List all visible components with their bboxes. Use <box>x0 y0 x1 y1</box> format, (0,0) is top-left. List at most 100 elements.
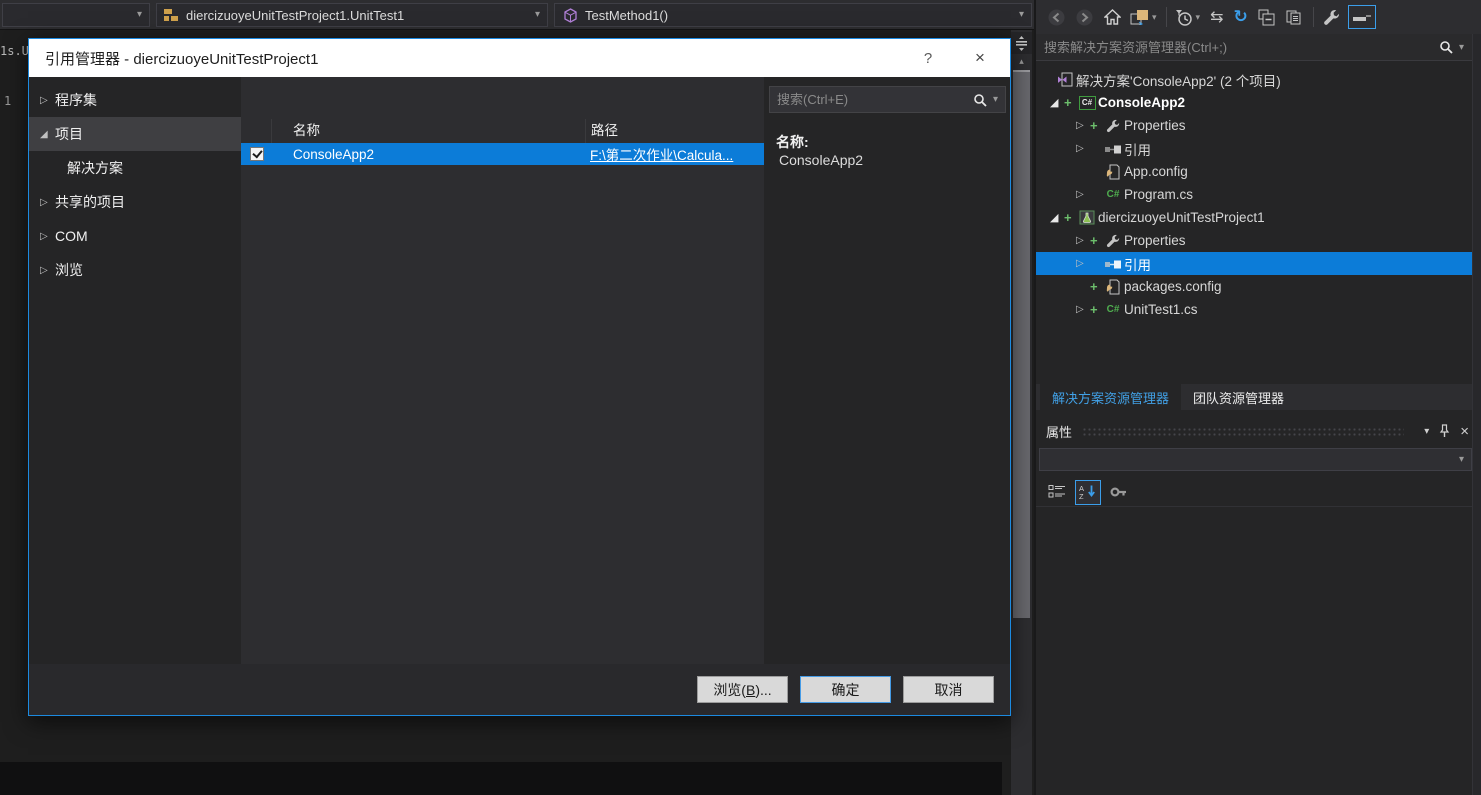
close-icon[interactable]: × <box>1460 423 1469 440</box>
property-pages-key-icon[interactable] <box>1106 480 1132 505</box>
tree-item-references-1[interactable]: ▷ 引用 <box>1036 137 1472 160</box>
tree-item-properties-2[interactable]: ▷ + Properties <box>1036 229 1472 252</box>
dialog-title-bar[interactable]: 引用管理器 - diercizuoyeUnitTestProject1 ? × <box>29 39 1010 77</box>
editor-vertical-scrollbar[interactable]: ▴ <box>1011 30 1032 795</box>
tab-solution-explorer[interactable]: 解决方案资源管理器 <box>1040 384 1182 410</box>
nav-item-projects[interactable]: ◢ 项目 <box>29 117 241 151</box>
tree-item-programcs[interactable]: ▷ C# Program.cs <box>1036 183 1472 206</box>
toolbar-separator <box>1165 7 1167 27</box>
categorized-icon[interactable] <box>1044 480 1070 505</box>
chevron-down-icon[interactable]: ▾ <box>1459 42 1464 53</box>
nav-item-browse[interactable]: ▷ 浏览 <box>29 253 241 287</box>
nav-item-shared-projects[interactable]: ▷ 共享的项目 <box>29 185 241 219</box>
scrollbar-thumb[interactable] <box>1013 70 1030 618</box>
pending-changes-filter-icon[interactable] <box>1175 5 1193 29</box>
nav-item-assemblies[interactable]: ▷ 程序集 <box>29 83 241 117</box>
properties-wrench-icon <box>1102 119 1124 133</box>
expander-icon[interactable]: ▷ <box>40 95 55 106</box>
sync-with-active-document-icon[interactable]: ⇆ <box>1210 5 1223 29</box>
reference-checkbox[interactable] <box>250 147 264 161</box>
tree-item-properties-1[interactable]: ▷ + Properties <box>1036 114 1472 137</box>
editor-line-number: 1 <box>4 94 12 108</box>
expander-icon[interactable]: ◢ <box>40 129 55 140</box>
expander-icon[interactable]: ▷ <box>40 265 55 276</box>
expander-icon[interactable]: ▷ <box>1076 235 1090 246</box>
svg-text:Z: Z <box>1079 492 1084 500</box>
properties-panel-header[interactable]: 属性 ▾ × <box>1036 418 1481 444</box>
tree-item-unittest-project[interactable]: ◢ + diercizuoyeUnitTestProject1 <box>1036 206 1472 229</box>
drag-texture <box>1082 426 1405 436</box>
close-button[interactable]: × <box>950 48 1010 68</box>
collapse-all-icon[interactable] <box>1258 5 1275 29</box>
chevron-down-icon[interactable]: ▾ <box>1196 12 1201 23</box>
home-icon[interactable] <box>1104 5 1121 29</box>
chevron-down-icon[interactable]: ▾ <box>1152 12 1157 23</box>
tab-team-explorer[interactable]: 团队资源管理器 <box>1181 384 1296 410</box>
nav-item-label: 项目 <box>55 126 83 142</box>
solution-icon <box>1054 72 1076 88</box>
path-column-header[interactable]: 路径 <box>586 119 764 143</box>
chevron-down-icon[interactable]: ▾ <box>993 94 998 105</box>
expander-icon[interactable]: ▷ <box>1076 304 1090 315</box>
reference-row-consoleapp2[interactable]: ConsoleApp2 F:\第二次作业\Calcula... <box>241 143 764 165</box>
nav-item-solution[interactable]: 解决方案 <box>29 151 241 185</box>
properties-wrench-icon[interactable] <box>1323 5 1340 29</box>
tree-item-label: diercizuoyeUnitTestProject1 <box>1098 210 1265 225</box>
checkbox-column-header[interactable] <box>241 119 272 143</box>
tree-item-solution-root[interactable]: 解决方案'ConsoleApp2' (2 个项目) <box>1036 68 1472 91</box>
scroll-up-button[interactable]: ▴ <box>1011 56 1032 66</box>
tree-item-appconfig[interactable]: App.config <box>1036 160 1472 183</box>
nav-item-label: COM <box>55 228 88 244</box>
csharp-file-icon: C# <box>1106 304 1120 315</box>
member-navigation-dropdown[interactable]: TestMethod1() ▾ <box>554 3 1032 27</box>
preview-selected-items-icon[interactable] <box>1285 5 1302 29</box>
nav-item-com[interactable]: ▷ COM <box>29 219 241 253</box>
panel-scrollbar-track[interactable] <box>1472 34 1481 795</box>
help-button[interactable]: ? <box>906 50 950 67</box>
cancel-button[interactable]: 取消 <box>903 676 994 703</box>
splitter-grip-icon[interactable] <box>1011 32 1032 54</box>
search-icon[interactable] <box>1439 40 1453 54</box>
expander-icon[interactable]: ▷ <box>1076 189 1090 200</box>
name-column-header[interactable]: 名称 <box>272 119 586 143</box>
dialog-search-input[interactable] <box>777 92 973 107</box>
tree-item-label: packages.config <box>1124 279 1222 294</box>
solution-explorer-search-input[interactable] <box>1044 39 1439 55</box>
pending-add-icon: + <box>1090 302 1098 317</box>
project-context-dropdown[interactable]: ▾ <box>2 3 150 27</box>
show-all-files-toggle-icon[interactable] <box>1347 5 1376 29</box>
dialog-search-box[interactable]: ▾ <box>769 86 1006 113</box>
properties-object-combobox[interactable]: ▾ <box>1039 448 1472 471</box>
tree-item-unittest1cs[interactable]: ▷ + C# UnitTest1.cs <box>1036 298 1472 321</box>
class-dropdown-value: diercizuoyeUnitTestProject1.UnitTest1 <box>186 7 405 23</box>
expander-icon[interactable]: ▷ <box>1076 258 1090 269</box>
expander-icon[interactable]: ▷ <box>1076 120 1090 131</box>
csharp-file-icon: C# <box>1106 189 1120 200</box>
solution-explorer-search-box[interactable]: ▾ <box>1036 34 1472 61</box>
tree-item-packagesconfig[interactable]: + packages.config <box>1036 275 1472 298</box>
tree-item-consoleapp2-project[interactable]: ◢ + C# ConsoleApp2 <box>1036 91 1472 114</box>
refresh-icon[interactable]: ↻ <box>1233 5 1247 29</box>
properties-toolbar: AZ <box>1036 478 1472 507</box>
expander-icon[interactable]: ◢ <box>1050 211 1064 224</box>
tree-item-label: 解决方案'ConsoleApp2' (2 个项目) <box>1076 73 1281 89</box>
expander-icon[interactable]: ▷ <box>40 197 55 208</box>
switch-views-icon[interactable] <box>1130 5 1149 29</box>
pin-icon[interactable] <box>1439 424 1450 438</box>
back-icon[interactable] <box>1048 5 1065 29</box>
forward-icon[interactable] <box>1076 5 1093 29</box>
alphabetical-sort-icon[interactable]: AZ <box>1075 479 1101 505</box>
tree-item-references-2-selected[interactable]: ▷ 引用 <box>1036 252 1472 275</box>
dialog-detail-pane: ▾ 名称: ConsoleApp2 <box>764 77 1010 666</box>
toolbar-separator <box>1312 7 1314 27</box>
window-position-chevron-icon[interactable]: ▾ <box>1424 426 1429 437</box>
solution-explorer-toolbar: ▾ ▾ ⇆ ↻ <box>1036 0 1481 34</box>
class-navigation-dropdown[interactable]: diercizuoyeUnitTestProject1.UnitTest1 ▾ <box>156 3 548 27</box>
detail-name-label: 名称: <box>776 134 809 150</box>
search-icon[interactable] <box>973 93 987 107</box>
expander-icon[interactable]: ▷ <box>40 231 55 242</box>
expander-icon[interactable]: ◢ <box>1050 96 1064 109</box>
ok-button[interactable]: 确定 <box>800 676 891 703</box>
expander-icon[interactable]: ▷ <box>1076 143 1090 154</box>
browse-button[interactable]: 浏览(B)... <box>697 676 788 703</box>
